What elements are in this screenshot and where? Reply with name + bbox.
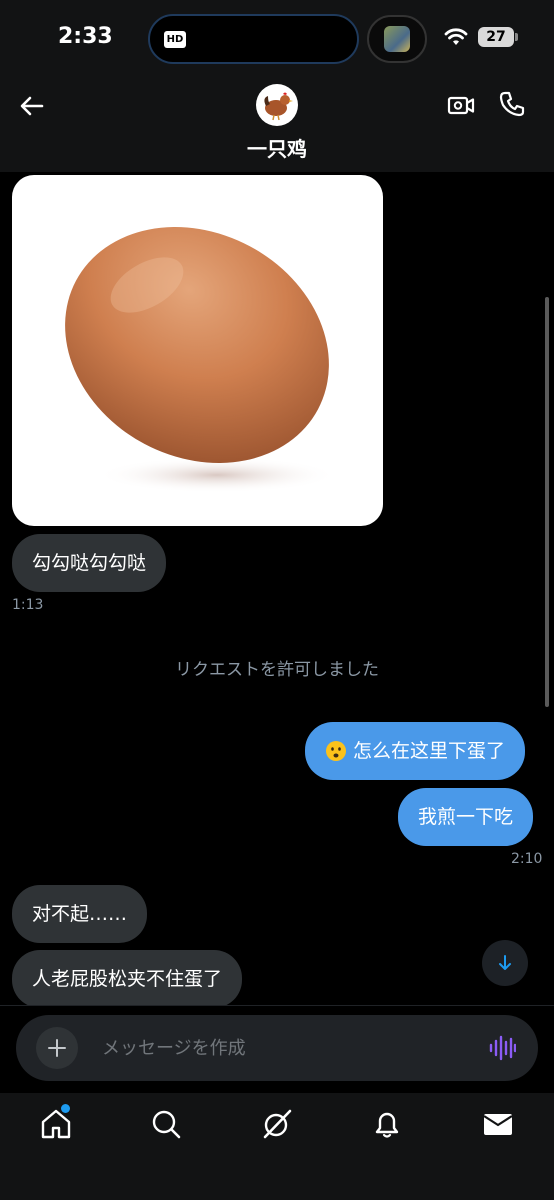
bell-icon [375, 1112, 399, 1138]
image-message[interactable] [12, 175, 383, 526]
battery-tip [515, 33, 518, 41]
frowning-face-emoji-icon [326, 741, 346, 761]
plus-icon [48, 1039, 66, 1057]
bottom-tab-bar [0, 1093, 554, 1200]
phone-icon [499, 91, 525, 117]
scroll-to-bottom-button[interactable] [482, 940, 528, 986]
egg-image-icon [65, 227, 337, 493]
status-bar: 2:33 HD 27 [0, 0, 554, 76]
live-activity-thumbnail[interactable] [367, 15, 427, 63]
home-notification-dot [61, 1104, 70, 1113]
grok-icon [263, 1109, 292, 1139]
message-input[interactable] [102, 1029, 472, 1067]
add-attachment-button[interactable] [36, 1027, 78, 1069]
hd-badge: HD [164, 31, 186, 48]
chat-screen: 2:33 HD 27 一只鸡 勾勾哒勾勾哒 1:13 リクエストを許可しました … [0, 0, 554, 1200]
app-thumbnail-icon [384, 26, 410, 52]
message-time: 2:10 [511, 851, 543, 867]
message-composer [16, 1015, 538, 1081]
tab-notifications[interactable] [370, 1107, 404, 1141]
video-call-button[interactable] [446, 90, 476, 120]
wifi-icon [444, 28, 468, 45]
system-notice: リクエストを許可しました [175, 660, 379, 680]
status-time: 2:33 [58, 24, 113, 49]
dynamic-island[interactable]: HD [148, 14, 359, 64]
message-text: 人老屁股松夹不住蛋了 [32, 967, 223, 990]
back-arrow-icon [20, 96, 44, 116]
message-bubble-incoming[interactable]: 对不起…… [12, 885, 148, 943]
scrollbar[interactable] [545, 297, 549, 707]
message-text: 勾勾哒勾勾哒 [32, 551, 147, 574]
message-text: 我煎一下吃 [418, 805, 514, 828]
tab-search[interactable] [149, 1107, 183, 1141]
avatar[interactable] [256, 84, 298, 126]
chicken-avatar-icon [264, 92, 293, 121]
message-bubble-incoming[interactable]: 人老屁股松夹不住蛋了 [12, 950, 243, 1008]
tab-grok[interactable] [260, 1107, 294, 1141]
message-text: 对不起…… [32, 902, 128, 925]
tab-messages[interactable] [481, 1107, 515, 1141]
voice-message-button[interactable] [488, 1035, 517, 1061]
search-icon [152, 1110, 181, 1139]
message-text: 怎么在这里下蛋了 [353, 739, 506, 762]
phone-call-button[interactable] [497, 89, 527, 119]
arrow-down-icon [499, 955, 511, 970]
message-bubble-outgoing[interactable]: 怎么在这里下蛋了 [305, 722, 526, 780]
mail-icon [483, 1114, 513, 1135]
back-button[interactable] [16, 90, 48, 122]
message-bubble-outgoing[interactable]: 我煎一下吃 [398, 788, 534, 846]
message-time: 1:13 [12, 597, 44, 613]
chat-header: 一只鸡 [0, 76, 554, 172]
chat-title[interactable]: 一只鸡 [0, 133, 554, 162]
video-camera-icon [447, 96, 475, 115]
battery-indicator: 27 [478, 27, 514, 47]
voice-wave-icon [489, 1035, 517, 1061]
message-bubble-incoming[interactable]: 勾勾哒勾勾哒 [12, 534, 167, 592]
